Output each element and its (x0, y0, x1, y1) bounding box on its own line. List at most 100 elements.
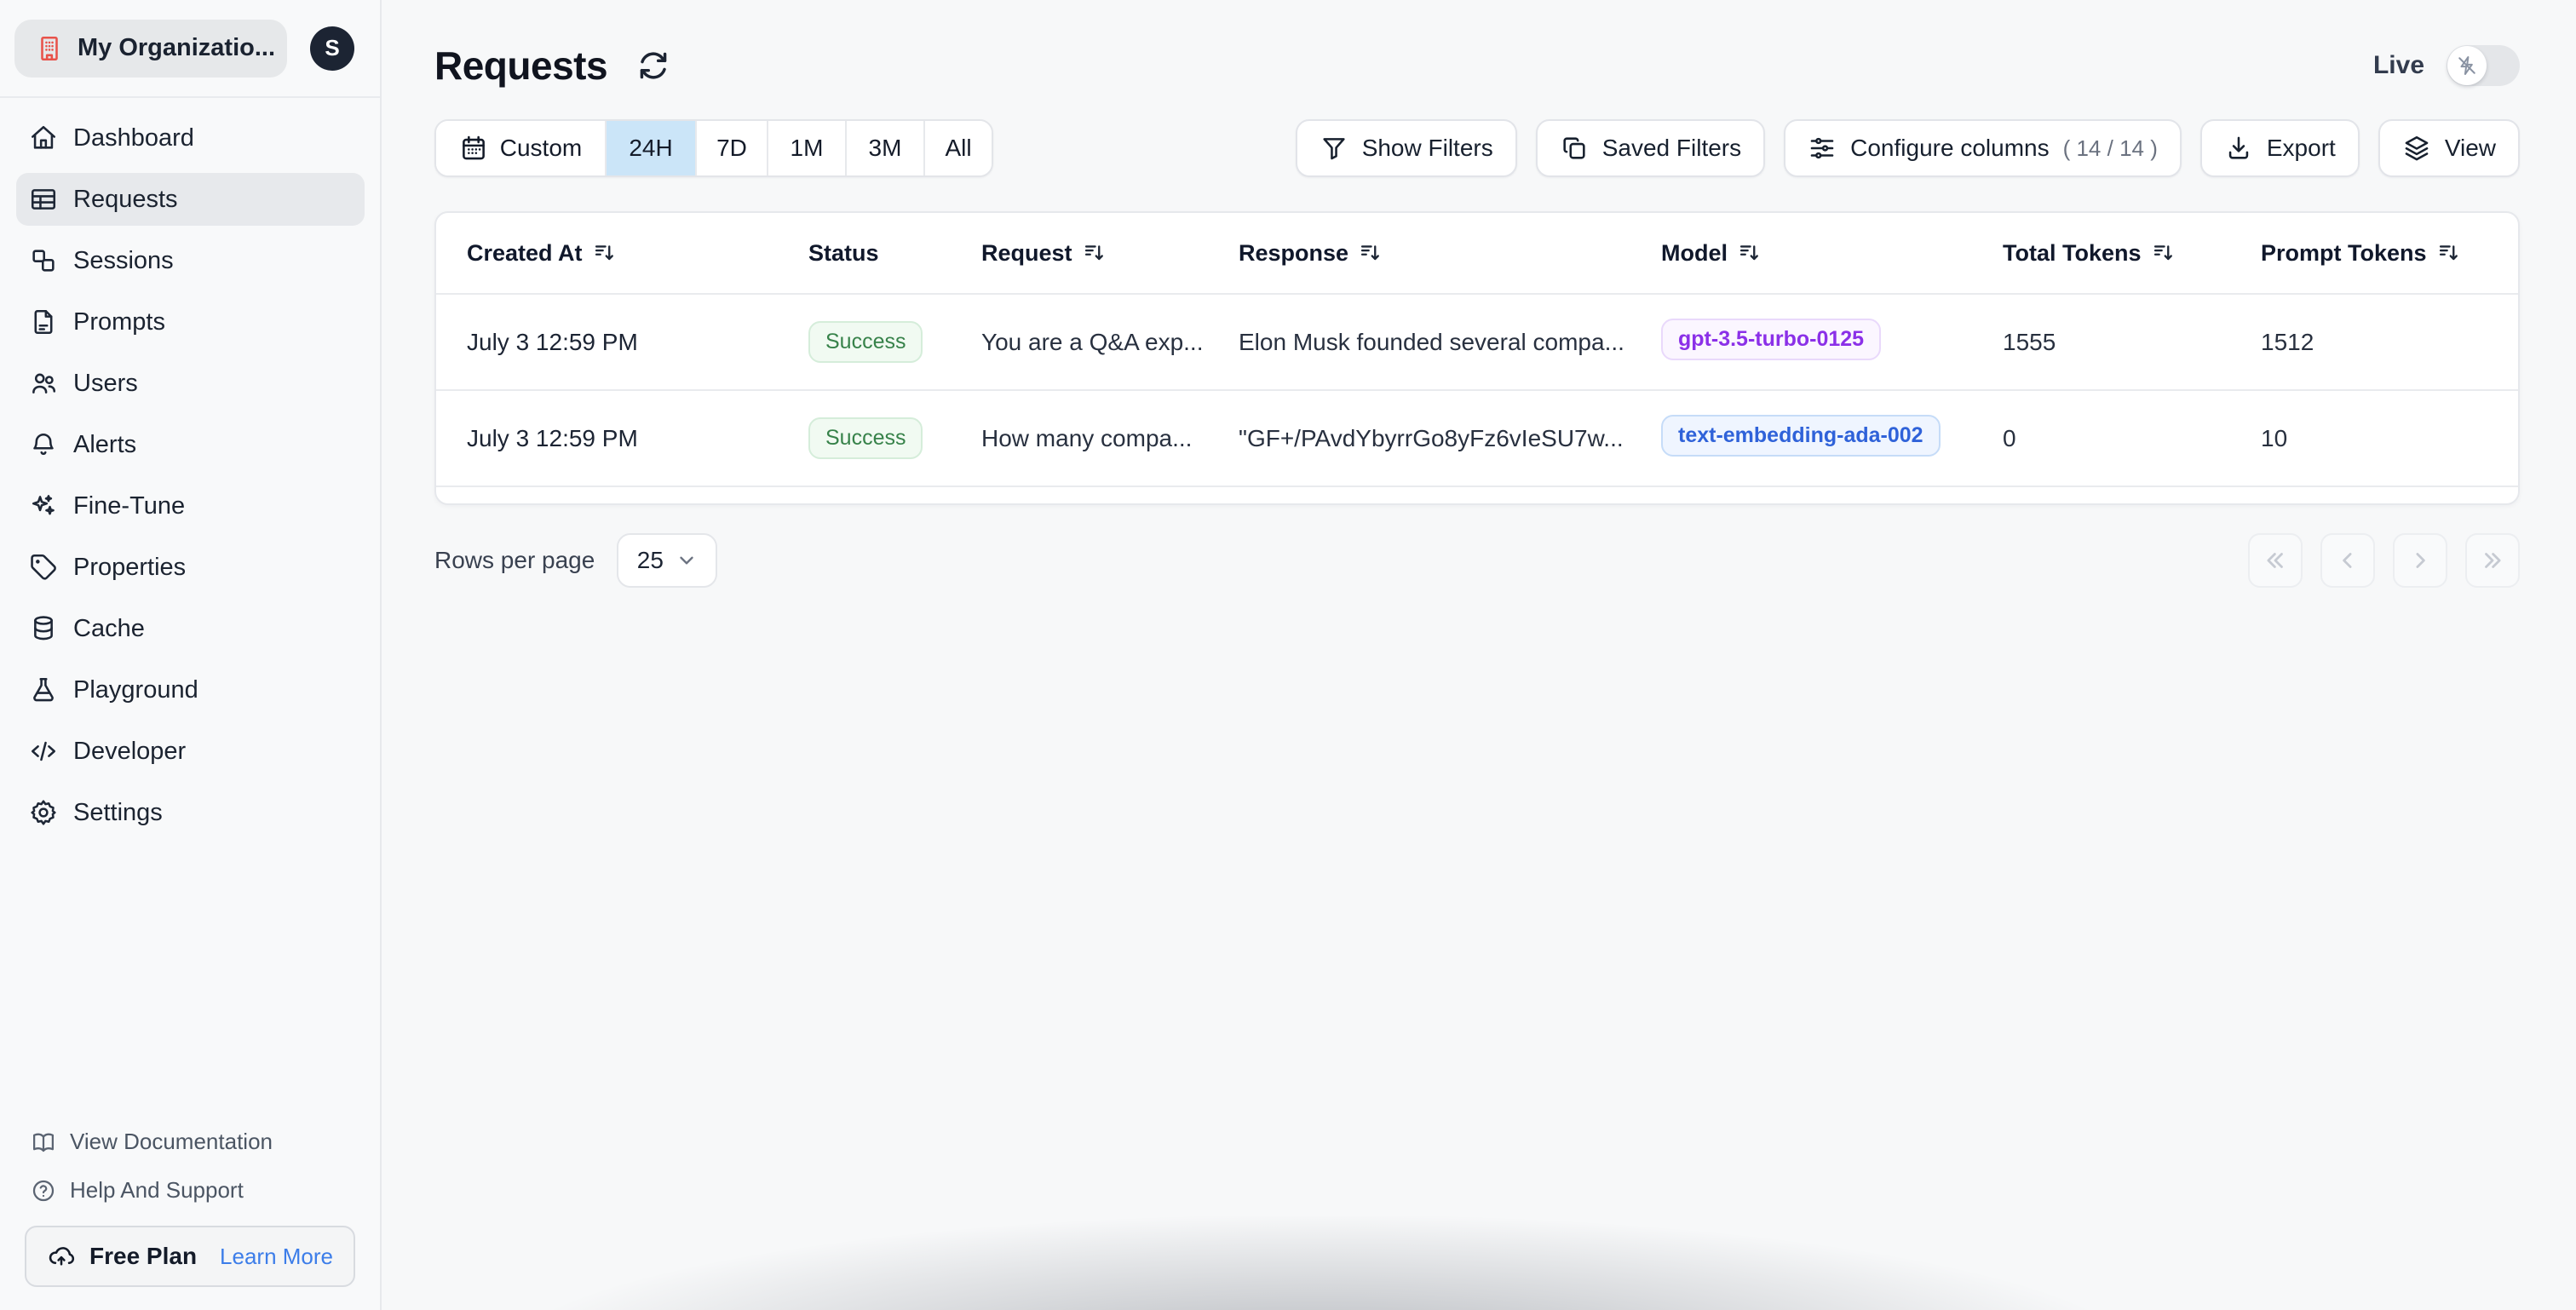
sort-icon[interactable] (1359, 241, 1383, 265)
sidebar: My Organizatio... S Dashboard Requests S… (0, 0, 382, 1310)
sidebar-item-label: Alerts (73, 430, 137, 458)
cell-request: You are a Q&A exp... (981, 328, 1204, 355)
sidebar-item-label: Sessions (73, 246, 174, 274)
column-header-status: Status (808, 240, 981, 267)
column-header-total-tokens: Total Tokens (2003, 240, 2261, 267)
live-label: Live (2372, 51, 2424, 79)
sidebar-item-label: Users (73, 369, 138, 397)
view-button[interactable]: View (2378, 119, 2520, 177)
help-support-label: Help And Support (70, 1177, 244, 1203)
column-label: Total Tokens (2003, 239, 2142, 266)
sidebar-item-prompts[interactable]: Prompts (16, 296, 365, 348)
sidebar-item-dashboard[interactable]: Dashboard (16, 112, 365, 164)
column-header-model: Model (1661, 240, 2003, 267)
sidebar-item-fine-tune[interactable]: Fine-Tune (16, 480, 365, 532)
sliders-icon (1808, 134, 1837, 163)
configure-columns-button[interactable]: Configure columns ( 14 / 14 ) (1784, 119, 2182, 177)
help-support-link[interactable]: Help And Support (31, 1177, 354, 1204)
column-header-response: Response (1239, 240, 1661, 267)
next-page-button[interactable] (2393, 533, 2447, 588)
cell-model: gpt-3.5-turbo-0125 (1661, 318, 2003, 366)
users-icon (29, 369, 58, 398)
plan-name: Free Plan (89, 1243, 198, 1269)
saved-filters-label: Saved Filters (1601, 135, 1742, 161)
rows-per-page-select[interactable]: 25 (617, 533, 718, 588)
column-label: Prompt Tokens (2261, 239, 2427, 266)
time-range-all[interactable]: All (925, 121, 992, 175)
column-label: Status (808, 239, 879, 266)
flask-icon (29, 675, 58, 704)
main-content: Requests Live Custom 24H 7D 1M 3M All Sh… (382, 0, 2576, 1310)
page-header: Requests Live (434, 43, 2520, 89)
rows-per-page-label: Rows per page (434, 547, 595, 573)
org-name: My Organizatio... (78, 34, 276, 61)
cell-total-tokens: 0 (2003, 424, 2016, 451)
database-icon (29, 614, 58, 643)
time-range-7d[interactable]: 7D (697, 121, 768, 175)
cell-prompt-tokens: 1512 (2261, 328, 2314, 355)
sort-icon[interactable] (593, 241, 617, 265)
show-filters-label: Show Filters (1361, 135, 1493, 161)
export-label: Export (2266, 135, 2336, 161)
live-toggle[interactable] (2447, 45, 2520, 86)
sidebar-item-playground[interactable]: Playground (16, 664, 365, 716)
sidebar-item-label: Playground (73, 675, 198, 704)
learn-more-link[interactable]: Learn More (220, 1244, 333, 1270)
sidebar-item-users[interactable]: Users (16, 357, 365, 410)
cell-response: Elon Musk founded several compa... (1239, 328, 1624, 355)
refresh-button[interactable] (631, 43, 676, 88)
sidebar-footer: View Documentation Help And Support Free… (0, 1129, 380, 1287)
first-page-button[interactable] (2248, 533, 2303, 588)
view-documentation-label: View Documentation (70, 1129, 273, 1154)
time-range-custom-label: Custom (499, 135, 583, 161)
sort-icon[interactable] (2437, 241, 2461, 265)
time-range-3m[interactable]: 3M (847, 121, 925, 175)
avatar[interactable]: S (310, 26, 354, 71)
sidebar-item-properties[interactable]: Properties (16, 541, 365, 594)
cell-status: Success (808, 321, 981, 363)
column-label: Created At (467, 239, 583, 266)
sort-icon[interactable] (2152, 241, 2176, 265)
zap-off-icon (2447, 46, 2487, 85)
live-toggle-group: Live (2373, 45, 2520, 86)
previous-page-button[interactable] (2320, 533, 2375, 588)
model-badge: text-embedding-ada-002 (1661, 414, 1941, 457)
last-page-button[interactable] (2465, 533, 2520, 588)
sparkles-icon (29, 491, 58, 520)
toolbar-buttons: Show Filters Saved Filters Configure col… (1295, 119, 2520, 177)
org-selector[interactable]: My Organizatio... (14, 19, 287, 78)
view-documentation-link[interactable]: View Documentation (31, 1129, 354, 1155)
saved-filters-button[interactable]: Saved Filters (1535, 119, 1766, 177)
sidebar-item-developer[interactable]: Developer (16, 725, 365, 778)
time-range-custom[interactable]: Custom (436, 121, 607, 175)
cloud-upload-icon (47, 1242, 76, 1271)
time-range-24h[interactable]: 24H (607, 121, 697, 175)
column-label: Model (1661, 239, 1728, 266)
table-row[interactable]: July 3 12:59 PM Success How many compa..… (436, 391, 2518, 487)
requests-table: Created At Status Request Response Model… (434, 211, 2520, 505)
download-icon (2224, 134, 2253, 163)
sidebar-item-sessions[interactable]: Sessions (16, 234, 365, 287)
column-header-prompt-tokens: Prompt Tokens (2261, 240, 2487, 267)
configure-columns-label: Configure columns (1850, 135, 2050, 161)
sidebar-item-alerts[interactable]: Alerts (16, 418, 365, 471)
help-circle-icon (31, 1178, 56, 1204)
building-icon (35, 34, 64, 63)
sort-icon[interactable] (1738, 241, 1762, 265)
sidebar-nav: Dashboard Requests Sessions Prompts User… (0, 98, 380, 839)
sidebar-item-cache[interactable]: Cache (16, 602, 365, 655)
export-button[interactable]: Export (2199, 119, 2360, 177)
cell-prompt-tokens: 10 (2261, 424, 2288, 451)
sidebar-item-requests[interactable]: Requests (16, 173, 365, 226)
sidebar-item-settings[interactable]: Settings (16, 786, 365, 839)
page-title: Requests (434, 43, 608, 88)
show-filters-button[interactable]: Show Filters (1295, 119, 1517, 177)
table-row[interactable]: July 3 12:59 PM Success You are a Q&A ex… (436, 295, 2518, 391)
chevrons-left-icon (2263, 548, 2288, 573)
sort-icon[interactable] (1083, 241, 1107, 265)
document-icon (29, 307, 58, 336)
time-range-1m[interactable]: 1M (768, 121, 847, 175)
gear-icon (29, 798, 58, 827)
copy-icon (1560, 134, 1589, 163)
chevron-right-icon (2407, 548, 2433, 573)
